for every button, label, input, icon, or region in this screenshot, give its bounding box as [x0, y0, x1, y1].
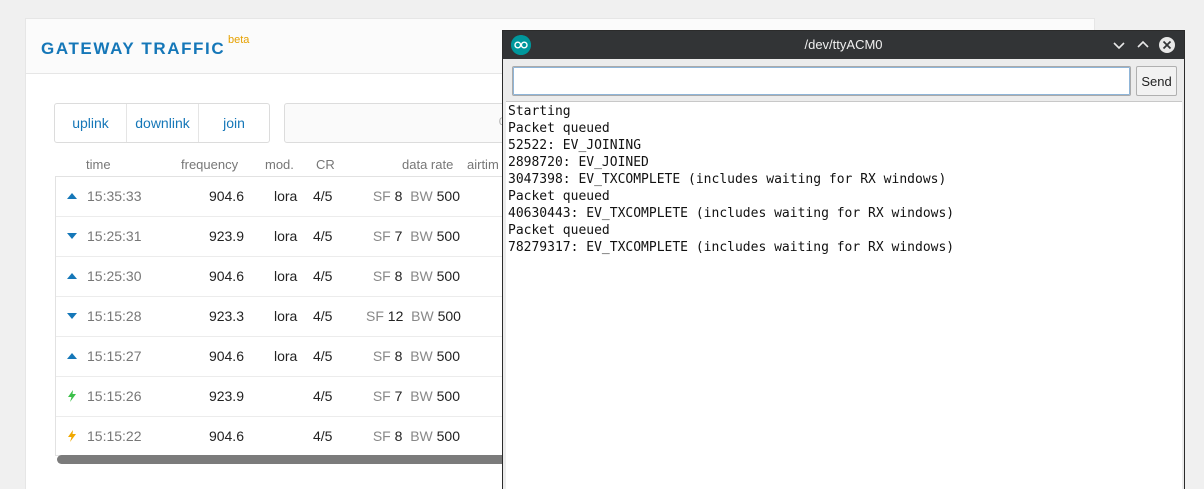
row-time: 15:15:27: [87, 348, 142, 364]
triangle-down-icon: [67, 313, 77, 319]
row-data-rate: SF 8 BW 500: [372, 188, 460, 204]
page-title: GATEWAY TRAFFIC: [41, 39, 226, 58]
row-frequency: 923.9: [208, 388, 244, 404]
row-modulation: lora: [274, 348, 298, 364]
serial-monitor-window: /dev/ttyACM0 Send Starting Packet queued…: [502, 30, 1185, 489]
row-time: 15:35:33: [87, 188, 142, 204]
row-coding-rate: 4/5: [313, 348, 333, 364]
window-title: /dev/ttyACM0: [804, 37, 883, 52]
close-circle-icon[interactable]: [1158, 36, 1176, 54]
row-modulation: lora: [274, 308, 298, 324]
triangle-down-icon: [67, 233, 77, 239]
output-line: Starting: [508, 104, 571, 119]
row-frequency: 904.6: [208, 348, 244, 364]
header-cr: CR: [316, 157, 335, 172]
row-time: 15:25:31: [87, 228, 142, 244]
triangle-up-icon: [67, 193, 77, 199]
row-modulation: lora: [274, 268, 298, 284]
row-time: 15:15:28: [87, 308, 142, 324]
row-coding-rate: 4/5: [313, 228, 333, 244]
row-coding-rate: 4/5: [313, 268, 333, 284]
row-data-rate: SF 8 BW 500: [372, 428, 460, 444]
triangle-up-icon: [67, 353, 77, 359]
horizontal-scrollbar[interactable]: [57, 455, 507, 464]
row-data-rate: SF 8 BW 500: [372, 348, 460, 364]
window-titlebar[interactable]: /dev/ttyACM0: [503, 31, 1184, 59]
direction-tabs: uplink downlink join: [54, 103, 270, 143]
row-data-rate: SF 7 BW 500: [372, 228, 460, 244]
row-coding-rate: 4/5: [313, 188, 333, 204]
chevron-down-icon[interactable]: [1110, 36, 1128, 54]
serial-send-input[interactable]: [512, 66, 1131, 96]
send-button[interactable]: Send: [1136, 66, 1177, 96]
serial-output[interactable]: Starting Packet queued 52522: EV_JOINING…: [506, 101, 1182, 489]
header-time: time: [86, 157, 111, 172]
output-line: 52522: EV_JOINING: [508, 138, 642, 153]
table-row[interactable]: 15:15:27 904.6 lora 4/5 SF 8 BW 500: [56, 337, 526, 377]
table-row[interactable]: 15:15:22 904.6 4/5 SF 8 BW 500: [56, 417, 526, 457]
table-row[interactable]: 15:25:30 904.6 lora 4/5 SF 8 BW 500: [56, 257, 526, 297]
table-row[interactable]: 15:15:26 923.9 4/5 SF 7 BW 500: [56, 377, 526, 417]
header-airtime: airtim: [467, 157, 499, 172]
row-time: 15:15:26: [87, 388, 142, 404]
row-frequency: 904.6: [208, 428, 244, 444]
row-data-rate: SF 8 BW 500: [372, 268, 460, 284]
table-row[interactable]: 15:35:33 904.6 lora 4/5 SF 8 BW 500: [56, 177, 526, 217]
output-line: 3047398: EV_TXCOMPLETE (includes waiting…: [508, 172, 947, 187]
row-data-rate: SF 7 BW 500: [372, 388, 460, 404]
table-row[interactable]: 15:25:31 923.9 lora 4/5 SF 7 BW 500: [56, 217, 526, 257]
row-frequency: 923.9: [208, 228, 244, 244]
traffic-table: 15:35:33 904.6 lora 4/5 SF 8 BW 500 15:2…: [55, 176, 526, 457]
tab-downlink[interactable]: downlink: [127, 104, 199, 142]
row-coding-rate: 4/5: [313, 388, 333, 404]
row-time: 15:15:22: [87, 428, 142, 444]
header-frequency: frequency: [181, 157, 239, 172]
beta-badge: beta: [228, 34, 250, 46]
triangle-up-icon: [67, 273, 77, 279]
row-time: 15:25:30: [87, 268, 142, 284]
row-frequency: 904.6: [208, 188, 244, 204]
row-modulation: lora: [274, 188, 298, 204]
row-frequency: 904.6: [208, 268, 244, 284]
output-line: 40630443: EV_TXCOMPLETE (includes waitin…: [508, 206, 955, 221]
chevron-up-icon[interactable]: [1134, 36, 1152, 54]
row-frequency: 923.3: [208, 308, 244, 324]
header-data-rate: data rate: [402, 157, 454, 172]
output-line: Packet queued: [508, 223, 610, 238]
row-data-rate: SF 12 BW 500: [366, 308, 461, 324]
lightning-bolt-icon: [68, 430, 76, 442]
filter-box[interactable]: 0: [284, 103, 514, 143]
row-coding-rate: 4/5: [313, 428, 333, 444]
tab-uplink[interactable]: uplink: [55, 104, 127, 142]
output-line: 78279317: EV_TXCOMPLETE (includes waitin…: [508, 240, 955, 255]
header-mod: mod.: [265, 157, 294, 172]
row-coding-rate: 4/5: [313, 308, 333, 324]
table-row[interactable]: 15:15:28 923.3 lora 4/5 SF 12 BW 500: [56, 297, 526, 337]
output-line: Packet queued: [508, 189, 610, 204]
output-line: 2898720: EV_JOINED: [508, 155, 649, 170]
tab-join[interactable]: join: [199, 104, 269, 142]
row-modulation: lora: [274, 228, 298, 244]
output-line: Packet queued: [508, 121, 610, 136]
lightning-bolt-icon: [68, 390, 76, 402]
